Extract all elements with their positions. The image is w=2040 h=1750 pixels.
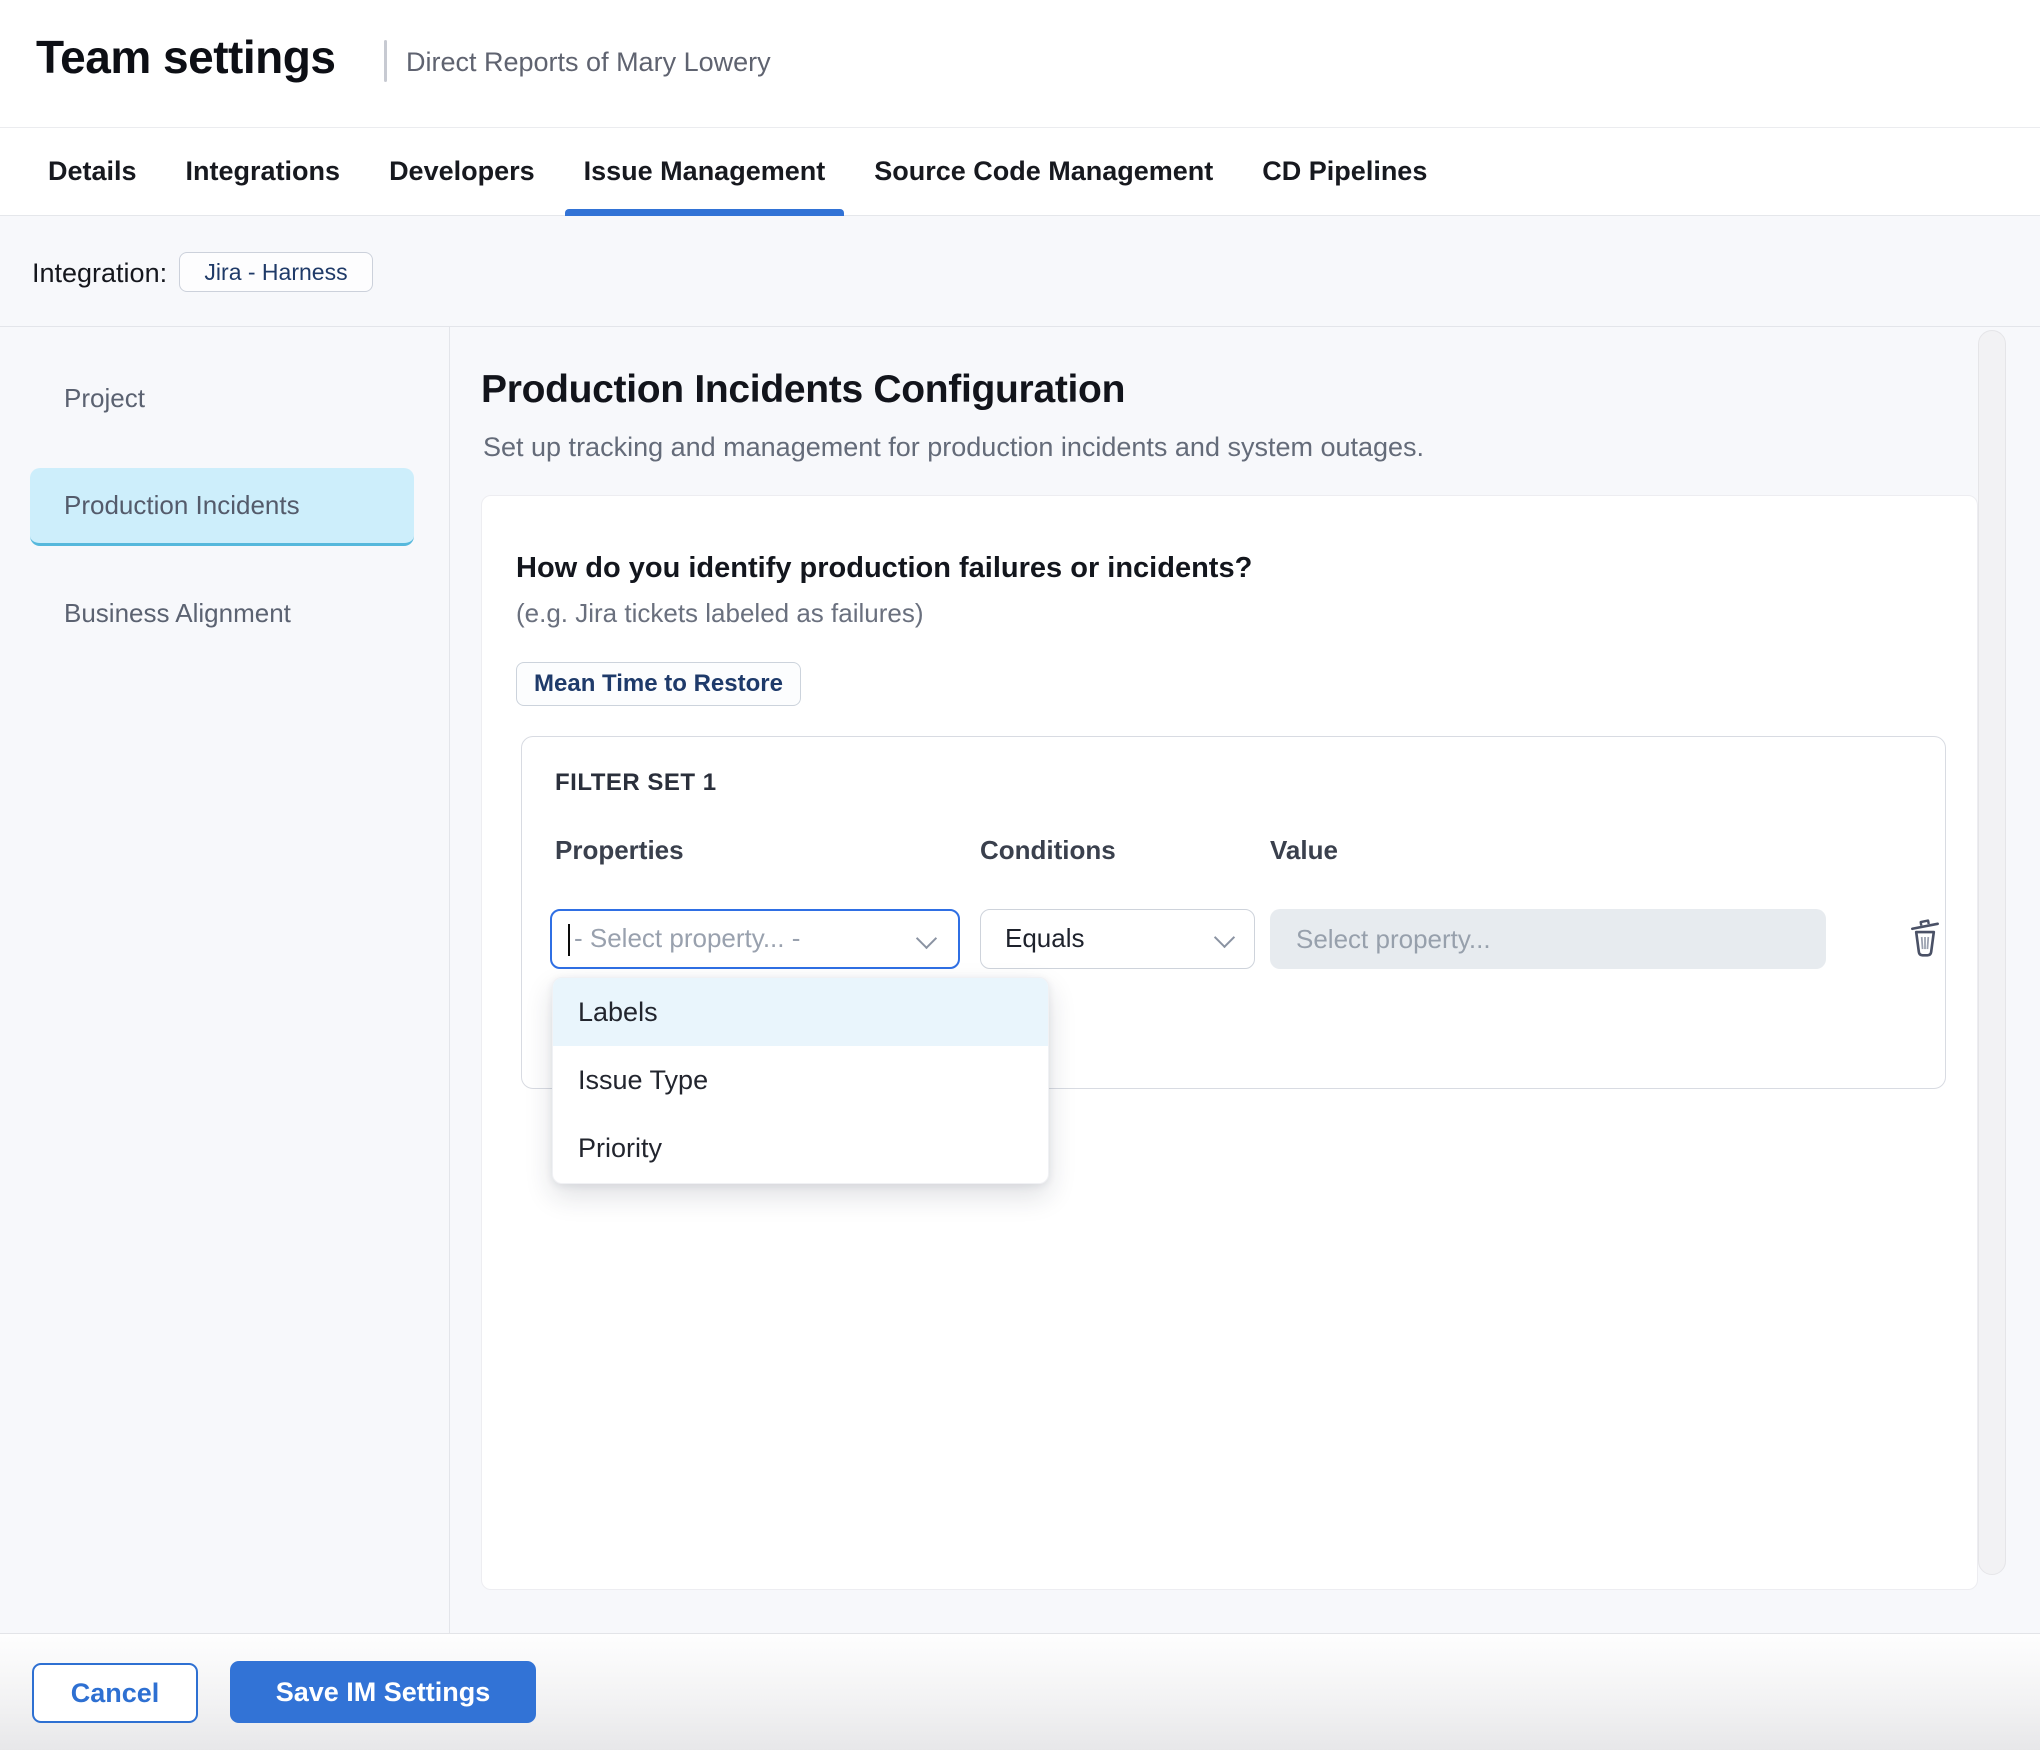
integration-label: Integration: xyxy=(32,258,167,289)
column-label-conditions: Conditions xyxy=(980,835,1116,866)
property-select[interactable]: - Select property... - xyxy=(550,909,960,969)
team-settings-page: Team settings Direct Reports of Mary Low… xyxy=(0,0,2040,1750)
vertical-scrollbar[interactable] xyxy=(1978,330,2006,1575)
save-im-settings-button[interactable]: Save IM Settings xyxy=(230,1661,536,1723)
condition-select[interactable]: Equals xyxy=(980,909,1255,969)
page-title: Team settings xyxy=(36,30,335,84)
chevron-down-icon xyxy=(1214,927,1235,948)
section-title: Production Incidents Configuration xyxy=(481,368,1125,412)
property-select-placeholder: - Select property... - xyxy=(574,911,800,966)
page-subtitle: Direct Reports of Mary Lowery xyxy=(406,47,771,78)
section-subtitle: Set up tracking and management for produ… xyxy=(483,432,1424,463)
filter-set-title: FILTER SET 1 xyxy=(555,769,717,797)
column-label-value: Value xyxy=(1270,835,1338,866)
delete-filter-button[interactable] xyxy=(1905,913,1945,963)
tab-integrations[interactable]: Integrations xyxy=(167,128,360,215)
metric-tab-mean-time-to-restore[interactable]: Mean Time to Restore xyxy=(516,662,801,706)
sidebar-divider xyxy=(449,327,450,1633)
column-label-properties: Properties xyxy=(555,835,684,866)
chevron-down-icon xyxy=(916,928,937,949)
trash-icon xyxy=(1907,915,1943,962)
cancel-button[interactable]: Cancel xyxy=(32,1663,198,1723)
content-top-divider xyxy=(0,326,2040,327)
tab-issue-management[interactable]: Issue Management xyxy=(565,128,845,215)
dropdown-option-priority[interactable]: Priority xyxy=(553,1114,1048,1183)
value-input[interactable] xyxy=(1270,909,1826,969)
title-separator xyxy=(384,40,387,82)
tab-details[interactable]: Details xyxy=(29,128,156,215)
text-caret xyxy=(568,924,570,956)
tab-developers[interactable]: Developers xyxy=(370,128,554,215)
tab-bar: Details Integrations Developers Issue Ma… xyxy=(0,127,2040,216)
sidebar-item-project[interactable]: Project xyxy=(30,360,414,436)
tab-cd-pipelines[interactable]: CD Pipelines xyxy=(1243,128,1446,215)
sidebar-item-business-alignment[interactable]: Business Alignment xyxy=(30,575,414,651)
card-question: How do you identify production failures … xyxy=(516,552,1252,585)
dropdown-option-issue-type[interactable]: Issue Type xyxy=(553,1046,1048,1114)
footer-bar: Cancel Save IM Settings xyxy=(0,1633,2040,1750)
condition-select-value: Equals xyxy=(1005,910,1085,967)
card-hint: (e.g. Jira tickets labeled as failures) xyxy=(516,598,924,629)
dropdown-option-labels[interactable]: Labels xyxy=(553,978,1048,1046)
incidents-config-card: How do you identify production failures … xyxy=(481,495,1978,1590)
sidebar-item-production-incidents[interactable]: Production Incidents xyxy=(30,468,414,546)
property-dropdown-menu: Labels Issue Type Priority xyxy=(552,977,1049,1184)
tab-source-code-management[interactable]: Source Code Management xyxy=(855,128,1232,215)
integration-chip[interactable]: Jira - Harness xyxy=(179,252,373,292)
